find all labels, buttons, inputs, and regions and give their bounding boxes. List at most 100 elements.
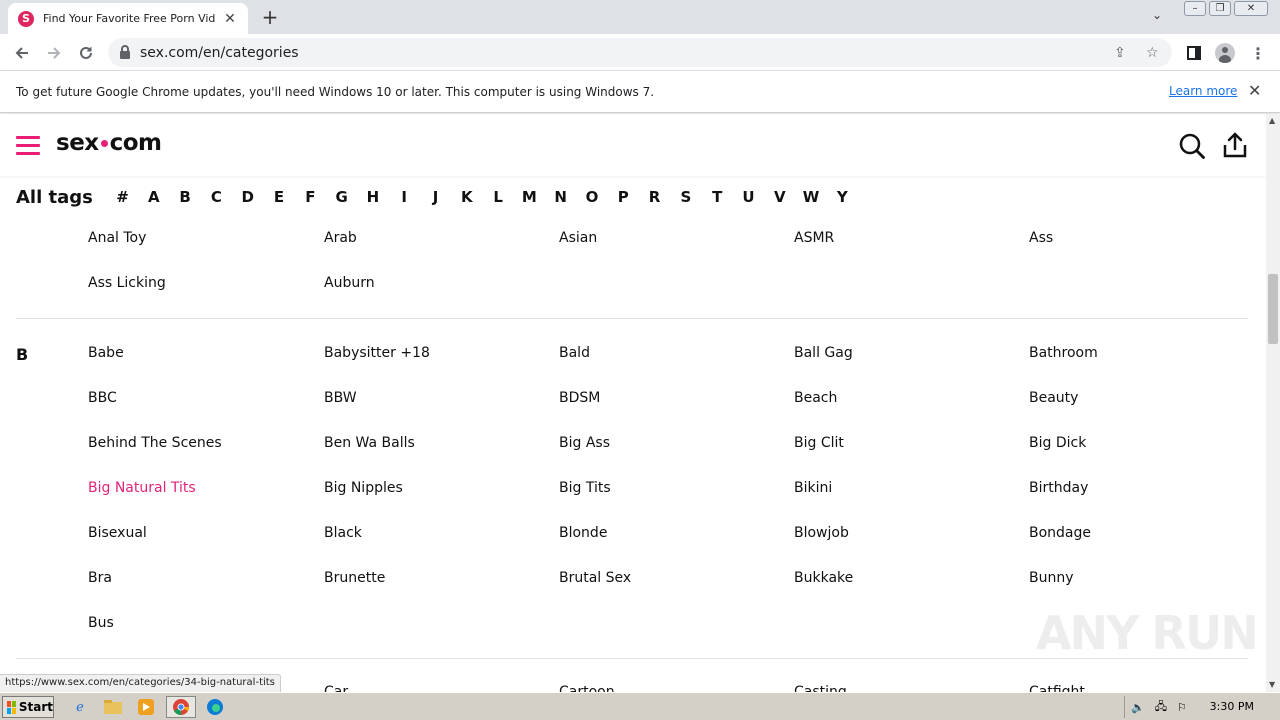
edge-icon[interactable] bbox=[205, 697, 225, 717]
tag-link[interactable]: Bus bbox=[88, 615, 114, 631]
tag-link[interactable]: Ben Wa Balls bbox=[324, 435, 415, 451]
alpha-letter-k[interactable]: K bbox=[451, 188, 482, 206]
tag-link[interactable]: Ass bbox=[1029, 230, 1053, 246]
tag-link[interactable]: Ball Gag bbox=[794, 345, 853, 361]
tag-link[interactable]: Babe bbox=[88, 345, 124, 361]
tab-search-chevron-icon[interactable]: ⌄ bbox=[1152, 8, 1162, 22]
tag-link[interactable]: Bald bbox=[559, 345, 590, 361]
tag-link[interactable]: Bikini bbox=[794, 480, 832, 496]
upload-share-icon[interactable] bbox=[1222, 131, 1248, 159]
tab-close-icon[interactable]: ✕ bbox=[222, 11, 238, 27]
tag-link[interactable]: Brunette bbox=[324, 570, 385, 586]
taskbar-clock[interactable]: 3:30 PM bbox=[1210, 700, 1254, 713]
tag-link[interactable]: Beauty bbox=[1029, 390, 1078, 406]
share-page-icon[interactable]: ⇪ bbox=[1114, 45, 1126, 61]
chrome-taskbar-button[interactable] bbox=[166, 696, 196, 718]
tag-link[interactable]: Bondage bbox=[1029, 525, 1091, 541]
back-button[interactable] bbox=[9, 40, 35, 66]
tag-link[interactable]: Babysitter +18 bbox=[324, 345, 430, 361]
scroll-down-arrow-icon[interactable]: ▼ bbox=[1269, 680, 1275, 689]
tag-link[interactable]: Bunny bbox=[1029, 570, 1074, 586]
tag-link[interactable]: Bisexual bbox=[88, 525, 147, 541]
close-window-button[interactable]: ✕ bbox=[1234, 1, 1268, 16]
forward-button[interactable] bbox=[41, 40, 67, 66]
tag-link[interactable]: Ass Licking bbox=[88, 275, 166, 291]
tag-link[interactable]: Anal Toy bbox=[88, 230, 146, 246]
tag-link[interactable]: Cartoon bbox=[559, 684, 615, 692]
media-player-icon[interactable] bbox=[136, 697, 156, 717]
tag-link[interactable]: Big Clit bbox=[794, 435, 844, 451]
tag-link[interactable]: ASMR bbox=[794, 230, 834, 246]
new-tab-button[interactable]: + bbox=[258, 5, 282, 29]
infobar-close-icon[interactable]: ✕ bbox=[1248, 81, 1261, 100]
alpha-letter-w[interactable]: W bbox=[795, 188, 826, 206]
tag-link[interactable]: Big Nipples bbox=[324, 480, 403, 496]
tag-link[interactable]: Asian bbox=[559, 230, 597, 246]
alpha-letter-n[interactable]: N bbox=[545, 188, 576, 206]
alpha-letter-v[interactable]: V bbox=[764, 188, 795, 206]
internet-explorer-icon[interactable]: ℯ bbox=[70, 697, 90, 717]
alpha-letter-e[interactable]: E bbox=[263, 188, 294, 206]
alpha-letter-hash[interactable]: # bbox=[107, 188, 138, 206]
address-bar[interactable]: sex.com/en/categories ⇪ ☆ bbox=[108, 38, 1172, 67]
tag-link[interactable]: Bra bbox=[88, 570, 112, 586]
alpha-letter-b[interactable]: B bbox=[169, 188, 200, 206]
tag-link[interactable]: Car bbox=[324, 684, 348, 692]
alpha-letter-t[interactable]: T bbox=[702, 188, 733, 206]
bookmark-star-icon[interactable]: ☆ bbox=[1146, 45, 1159, 61]
scrollbar-thumb[interactable] bbox=[1268, 274, 1278, 344]
tag-link[interactable]: Auburn bbox=[324, 275, 375, 291]
tag-link[interactable]: Birthday bbox=[1029, 480, 1088, 496]
alpha-letter-h[interactable]: H bbox=[357, 188, 388, 206]
alpha-letter-l[interactable]: L bbox=[482, 188, 513, 206]
restore-window-button[interactable]: ❐ bbox=[1209, 1, 1231, 16]
tag-link[interactable]: Blowjob bbox=[794, 525, 849, 541]
reload-button[interactable] bbox=[73, 40, 99, 66]
tag-link[interactable]: Big Ass bbox=[559, 435, 610, 451]
alpha-letter-i[interactable]: I bbox=[389, 188, 420, 206]
tag-link-hovered[interactable]: Big Natural Tits bbox=[88, 480, 196, 496]
tag-link[interactable]: Bathroom bbox=[1029, 345, 1098, 361]
tag-link[interactable]: Beach bbox=[794, 390, 837, 406]
tag-link[interactable]: Catfight bbox=[1029, 684, 1085, 692]
scroll-up-arrow-icon[interactable]: ▲ bbox=[1269, 116, 1275, 125]
minimize-window-button[interactable]: – bbox=[1184, 1, 1206, 16]
action-center-flag-icon[interactable]: ⚐ bbox=[1177, 701, 1187, 714]
tag-link[interactable]: Casting bbox=[794, 684, 847, 692]
tag-link[interactable]: Behind The Scenes bbox=[88, 435, 222, 451]
chrome-menu-kebab-icon[interactable]: ⋮ bbox=[1245, 40, 1271, 66]
tag-link[interactable]: BBC bbox=[88, 390, 117, 406]
alpha-letter-a[interactable]: A bbox=[138, 188, 169, 206]
alpha-letter-o[interactable]: O bbox=[576, 188, 607, 206]
profile-button[interactable] bbox=[1212, 40, 1238, 66]
tag-link[interactable]: BDSM bbox=[559, 390, 600, 406]
tag-link[interactable]: Black bbox=[324, 525, 362, 541]
tag-link[interactable]: Blonde bbox=[559, 525, 607, 541]
page-scrollbar[interactable]: ▲ ▼ bbox=[1266, 114, 1280, 692]
alpha-letter-u[interactable]: U bbox=[733, 188, 764, 206]
tag-link[interactable]: Bukkake bbox=[794, 570, 853, 586]
alpha-letter-s[interactable]: S bbox=[670, 188, 701, 206]
tag-link[interactable]: Big Dick bbox=[1029, 435, 1086, 451]
hamburger-menu-icon[interactable] bbox=[16, 136, 40, 155]
tag-link[interactable]: Brutal Sex bbox=[559, 570, 631, 586]
network-icon[interactable]: 🖧 bbox=[1155, 698, 1167, 717]
alpha-letter-r[interactable]: R bbox=[639, 188, 670, 206]
browser-tab-active[interactable]: S Find Your Favorite Free Porn Videos ✕ bbox=[8, 3, 248, 34]
alpha-letter-y[interactable]: Y bbox=[827, 188, 858, 206]
alpha-letter-p[interactable]: P bbox=[608, 188, 639, 206]
tag-link[interactable]: Arab bbox=[324, 230, 357, 246]
tag-link[interactable]: Big Tits bbox=[559, 480, 611, 496]
site-logo[interactable]: sex com bbox=[56, 130, 162, 156]
search-icon[interactable] bbox=[1178, 132, 1206, 160]
start-button[interactable]: Start bbox=[2, 696, 54, 718]
file-explorer-folder-icon[interactable] bbox=[103, 697, 123, 717]
alpha-letter-c[interactable]: C bbox=[201, 188, 232, 206]
alpha-letter-m[interactable]: M bbox=[514, 188, 545, 206]
volume-icon[interactable]: 🔈 bbox=[1131, 701, 1145, 714]
side-panel-button[interactable] bbox=[1181, 40, 1207, 66]
alpha-letter-f[interactable]: F bbox=[295, 188, 326, 206]
alpha-letter-j[interactable]: J bbox=[420, 188, 451, 206]
alpha-letter-g[interactable]: G bbox=[326, 188, 357, 206]
alpha-letter-d[interactable]: D bbox=[232, 188, 263, 206]
